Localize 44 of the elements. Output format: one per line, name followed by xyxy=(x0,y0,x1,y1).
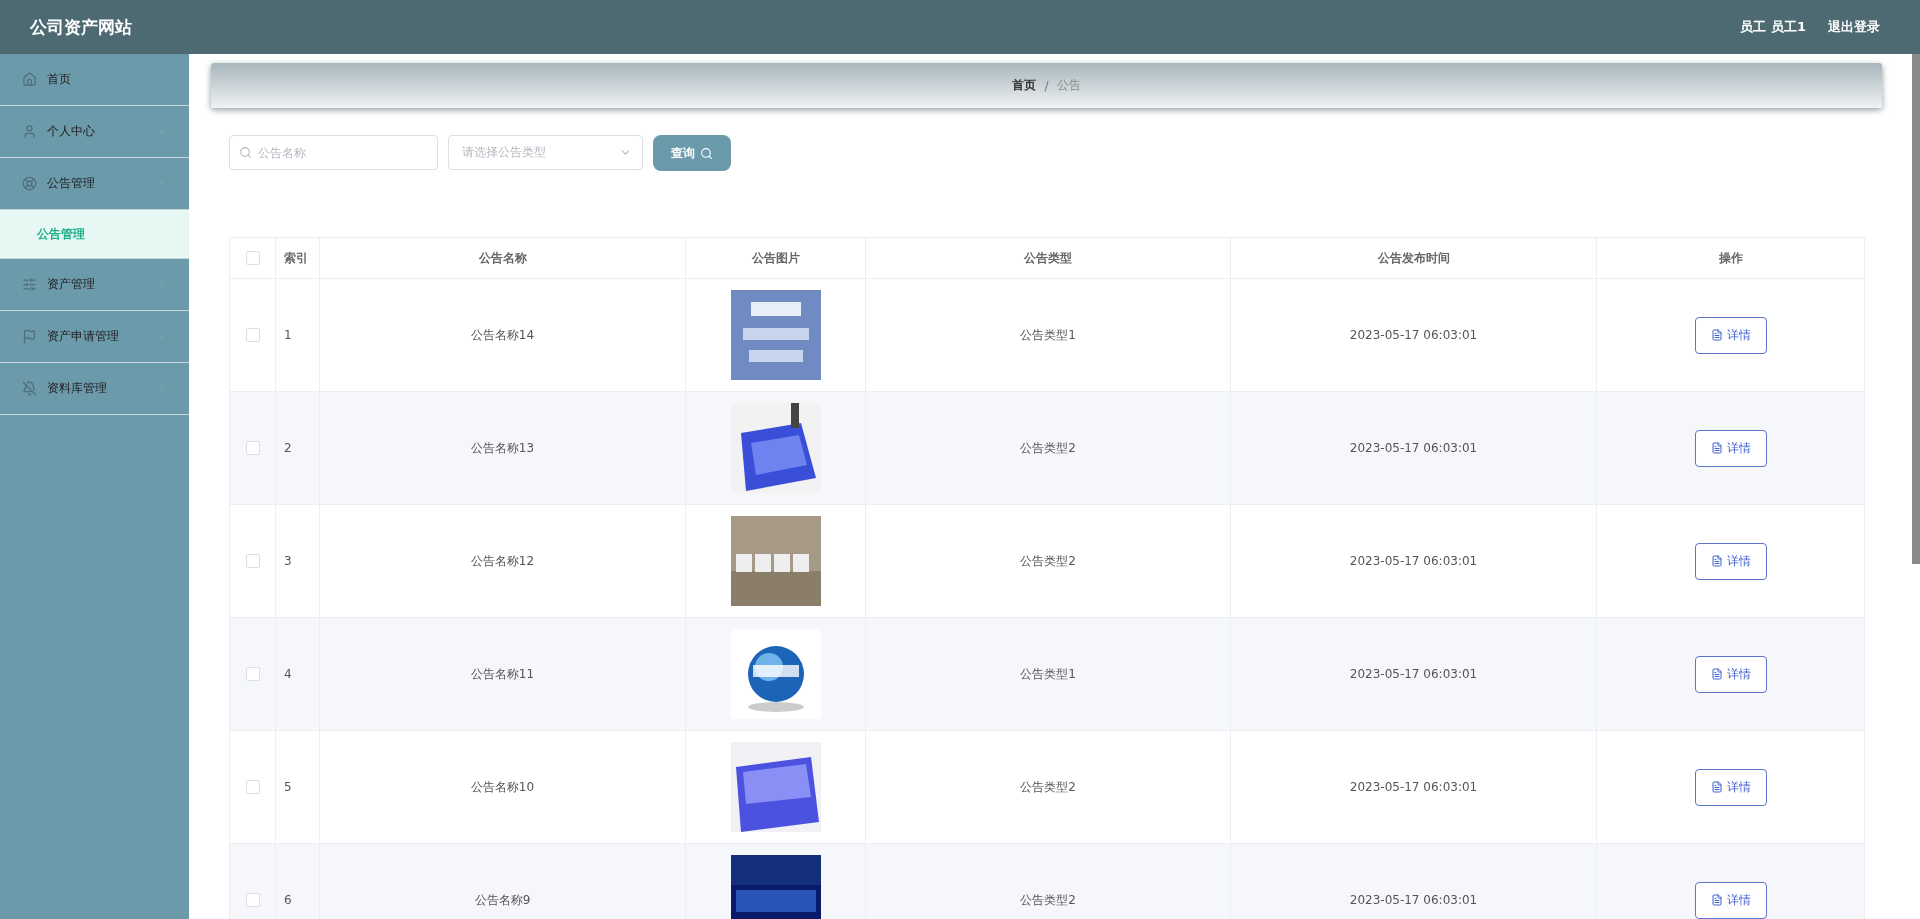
sidebar-item[interactable]: 资产申请管理 xyxy=(0,311,189,363)
select-all-checkbox[interactable] xyxy=(245,251,260,265)
lifebuoy-icon xyxy=(22,176,37,191)
sidebar-item[interactable]: 个人中心 xyxy=(0,106,189,158)
document-icon xyxy=(1710,668,1723,680)
table-cell: 2023-05-17 06:03:01 xyxy=(1231,844,1597,919)
detail-button[interactable]: 详情 xyxy=(1694,655,1767,693)
user-icon xyxy=(22,124,37,139)
logout-link[interactable]: 退出登录 xyxy=(1828,18,1880,36)
detail-button[interactable]: 详情 xyxy=(1694,316,1767,354)
sidebar-item[interactable]: 首页 xyxy=(0,54,189,106)
search-button[interactable]: 查询 xyxy=(653,135,731,171)
table-cell: 公告名称9 xyxy=(320,844,686,919)
breadcrumb-separator: / xyxy=(1044,78,1049,93)
sidebar-item[interactable]: 资产管理 xyxy=(0,259,189,311)
document-icon xyxy=(1710,329,1723,341)
row-checkbox[interactable] xyxy=(245,780,260,794)
document-icon xyxy=(1710,894,1723,906)
detail-button[interactable]: 详情 xyxy=(1694,542,1767,580)
detail-button[interactable]: 详情 xyxy=(1694,768,1767,806)
breadcrumb-link[interactable]: 首页 xyxy=(1012,77,1037,94)
table-cell: 6 xyxy=(276,844,320,919)
row-checkbox[interactable] xyxy=(245,893,260,907)
detail-button[interactable]: 详情 xyxy=(1694,881,1767,919)
document-icon xyxy=(1710,555,1723,567)
row-checkbox[interactable] xyxy=(245,554,260,568)
home-icon xyxy=(22,72,37,87)
bell-off-icon xyxy=(22,381,37,396)
sidebar-item[interactable]: 资料库管理 xyxy=(0,363,189,415)
search-icon xyxy=(700,146,713,160)
flag-icon xyxy=(22,329,37,344)
row-checkbox[interactable] xyxy=(245,328,260,342)
search-icon xyxy=(239,146,252,159)
sliders-icon xyxy=(22,277,37,292)
scrollbar[interactable] xyxy=(1912,54,1920,564)
document-icon xyxy=(1710,781,1723,793)
row-checkbox[interactable] xyxy=(245,667,260,681)
table-cell: 公告类型2 xyxy=(866,844,1231,919)
user-name: 员工 员工1 xyxy=(1740,18,1806,36)
document-icon xyxy=(1710,442,1723,454)
detail-button[interactable]: 详情 xyxy=(1694,429,1767,467)
search-field[interactable]: 公告名称 xyxy=(229,135,438,170)
row-checkbox[interactable] xyxy=(245,441,260,455)
site-title: 公司资产网站 xyxy=(30,15,132,39)
